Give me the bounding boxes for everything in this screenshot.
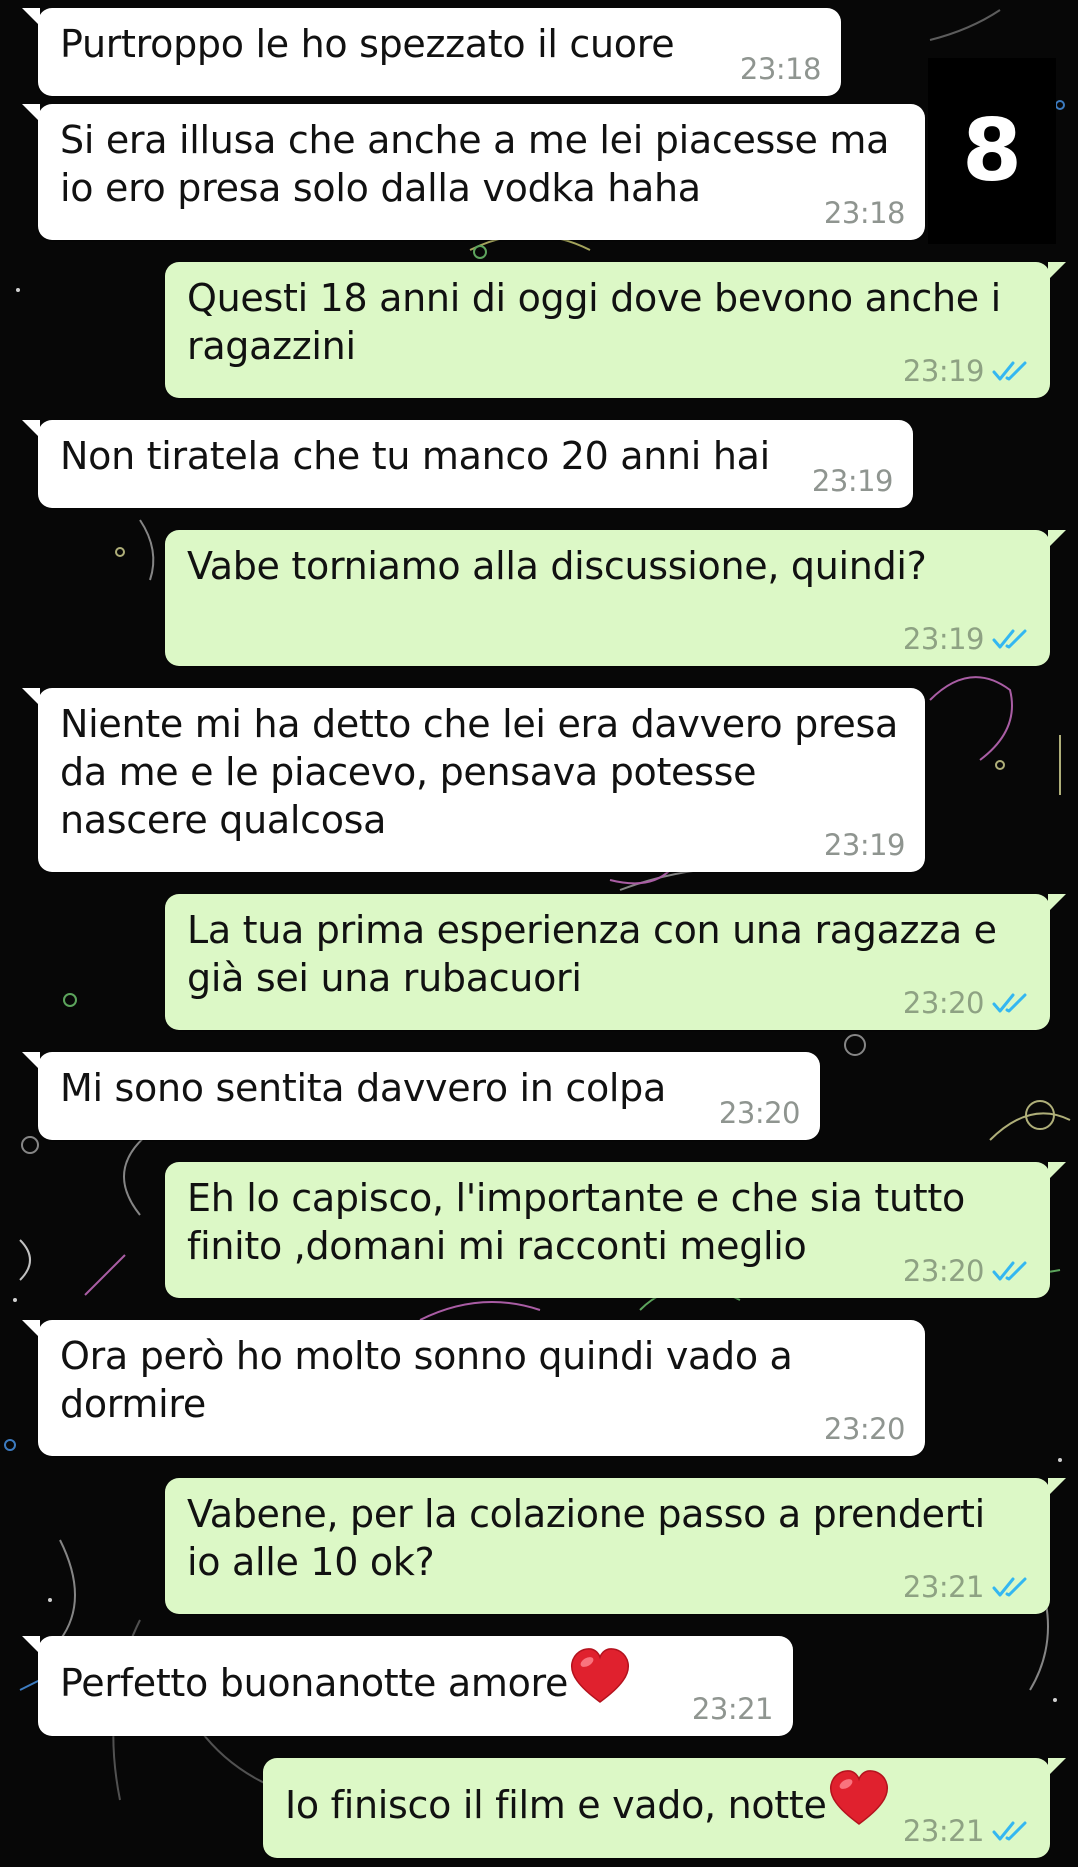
message-meta: 23:21 <box>691 1692 774 1726</box>
message-text-content: Perfetto buonanotte amore <box>60 1661 569 1705</box>
message-timestamp: 23:18 <box>739 52 822 86</box>
double-check-read-icon <box>992 361 1027 381</box>
message-text-content: Eh lo capisco, l'importante e che sia tu… <box>187 1176 965 1268</box>
double-check-read-icon <box>992 629 1027 649</box>
message-timestamp: 23:21 <box>902 1814 985 1848</box>
message-text: Eh lo capisco, l'importante e che sia tu… <box>187 1174 1028 1270</box>
incoming-message-bubble[interactable]: Si era illusa che anche a me lei piacess… <box>22 104 925 240</box>
incoming-message-bubble[interactable]: Non tiratela che tu manco 20 anni hai 23:… <box>22 420 913 508</box>
message-text-content: Non tiratela che tu manco 20 anni hai <box>60 434 770 478</box>
message-text: Ora però ho molto sonno quindi vado a do… <box>60 1332 903 1428</box>
message-text-content: Si era illusa che anche a me lei piacess… <box>60 118 890 210</box>
message-text: Non tiratela che tu manco 20 anni hai <box>60 432 891 480</box>
message-meta: 23:19 <box>823 828 906 862</box>
message-text: La tua prima esperienza con una ragazza … <box>187 906 1028 1002</box>
message-meta: 23:18 <box>739 52 822 86</box>
outgoing-message-bubble[interactable]: Io finisco il film e vado, notte 23:21 <box>263 1758 1066 1858</box>
incoming-message-bubble[interactable]: Niente mi ha detto che lei era davvero p… <box>22 688 925 872</box>
message-text-content: Questi 18 anni di oggi dove bevono anche… <box>187 276 1001 368</box>
heart-emoji-icon <box>571 1648 630 1703</box>
outgoing-message-bubble[interactable]: Questi 18 anni di oggi dove bevono anche… <box>165 262 1066 398</box>
message-timestamp: 23:19 <box>811 464 894 498</box>
incoming-message-bubble[interactable]: Ora però ho molto sonno quindi vado a do… <box>22 1320 925 1456</box>
message-meta: 23:20 <box>903 1254 1030 1288</box>
message-timestamp: 23:20 <box>902 1254 985 1288</box>
message-timestamp: 23:20 <box>823 1412 906 1446</box>
message-text-content: Io finisco il film e vado, notte <box>285 1783 827 1827</box>
message-text-content: Vabene, per la colazione passo a prender… <box>187 1492 985 1584</box>
message-text-content: Ora però ho molto sonno quindi vado a do… <box>60 1334 793 1426</box>
message-meta: 23:19 <box>903 622 1030 656</box>
message-timestamp: 23:19 <box>902 354 985 388</box>
message-text: Questi 18 anni di oggi dove bevono anche… <box>187 274 1028 370</box>
message-meta: 23:20 <box>903 986 1030 1020</box>
message-text-content: La tua prima esperienza con una ragazza … <box>187 908 997 1000</box>
message-timestamp: 23:20 <box>902 986 985 1020</box>
message-text: Purtroppo le ho spezzato il cuore <box>60 20 819 68</box>
message-meta: 23:19 <box>811 464 894 498</box>
outgoing-message-bubble[interactable]: Eh lo capisco, l'importante e che sia tu… <box>165 1162 1066 1298</box>
message-text: Perfetto buonanotte amore <box>60 1648 771 1707</box>
message-text-content: Niente mi ha detto che lei era davvero p… <box>60 702 898 842</box>
message-timestamp: 23:19 <box>823 828 906 862</box>
message-meta: 23:21 <box>903 1570 1030 1604</box>
message-text: Si era illusa che anche a me lei piacess… <box>60 116 903 212</box>
outgoing-message-bubble[interactable]: Vabe torniamo alla discussione, quindi? 2… <box>165 530 1066 666</box>
message-timestamp: 23:20 <box>718 1096 801 1130</box>
message-text-content: Mi sono sentita davvero in colpa <box>60 1066 666 1110</box>
incoming-message-bubble[interactable]: Mi sono sentita davvero in colpa 23:20 <box>22 1052 820 1140</box>
message-text: Vabe torniamo alla discussione, quindi? <box>187 542 1028 590</box>
message-meta: 23:20 <box>823 1412 906 1446</box>
outgoing-message-bubble[interactable]: La tua prima esperienza con una ragazza … <box>165 894 1066 1030</box>
outgoing-message-bubble[interactable]: Vabene, per la colazione passo a prender… <box>165 1478 1066 1614</box>
message-timestamp: 23:21 <box>691 1692 774 1726</box>
incoming-message-bubble[interactable]: Purtroppo le ho spezzato il cuore 23:18 <box>22 8 841 96</box>
message-text: Vabene, per la colazione passo a prender… <box>187 1490 1028 1586</box>
heart-emoji-icon <box>829 1770 888 1825</box>
incoming-message-bubble[interactable]: Perfetto buonanotte amore 23:21 <box>22 1636 793 1736</box>
message-meta: 23:19 <box>903 354 1030 388</box>
message-text: Niente mi ha detto che lei era davvero p… <box>60 700 903 844</box>
message-meta: 23:20 <box>718 1096 801 1130</box>
message-text-content: Vabe torniamo alla discussione, quindi? <box>187 544 927 588</box>
double-check-read-icon <box>992 1821 1027 1841</box>
double-check-read-icon <box>992 993 1027 1013</box>
message-timestamp: 23:21 <box>902 1570 985 1604</box>
message-timestamp: 23:18 <box>823 196 906 230</box>
message-timestamp: 23:19 <box>902 622 985 656</box>
double-check-read-icon <box>992 1577 1027 1597</box>
message-meta: 23:18 <box>823 196 906 230</box>
message-text: Mi sono sentita davvero in colpa <box>60 1064 798 1112</box>
message-text-content: Purtroppo le ho spezzato il cuore <box>60 22 675 66</box>
message-meta: 23:21 <box>903 1814 1030 1848</box>
double-check-read-icon <box>992 1261 1027 1281</box>
number-badge: 8 <box>928 58 1056 244</box>
